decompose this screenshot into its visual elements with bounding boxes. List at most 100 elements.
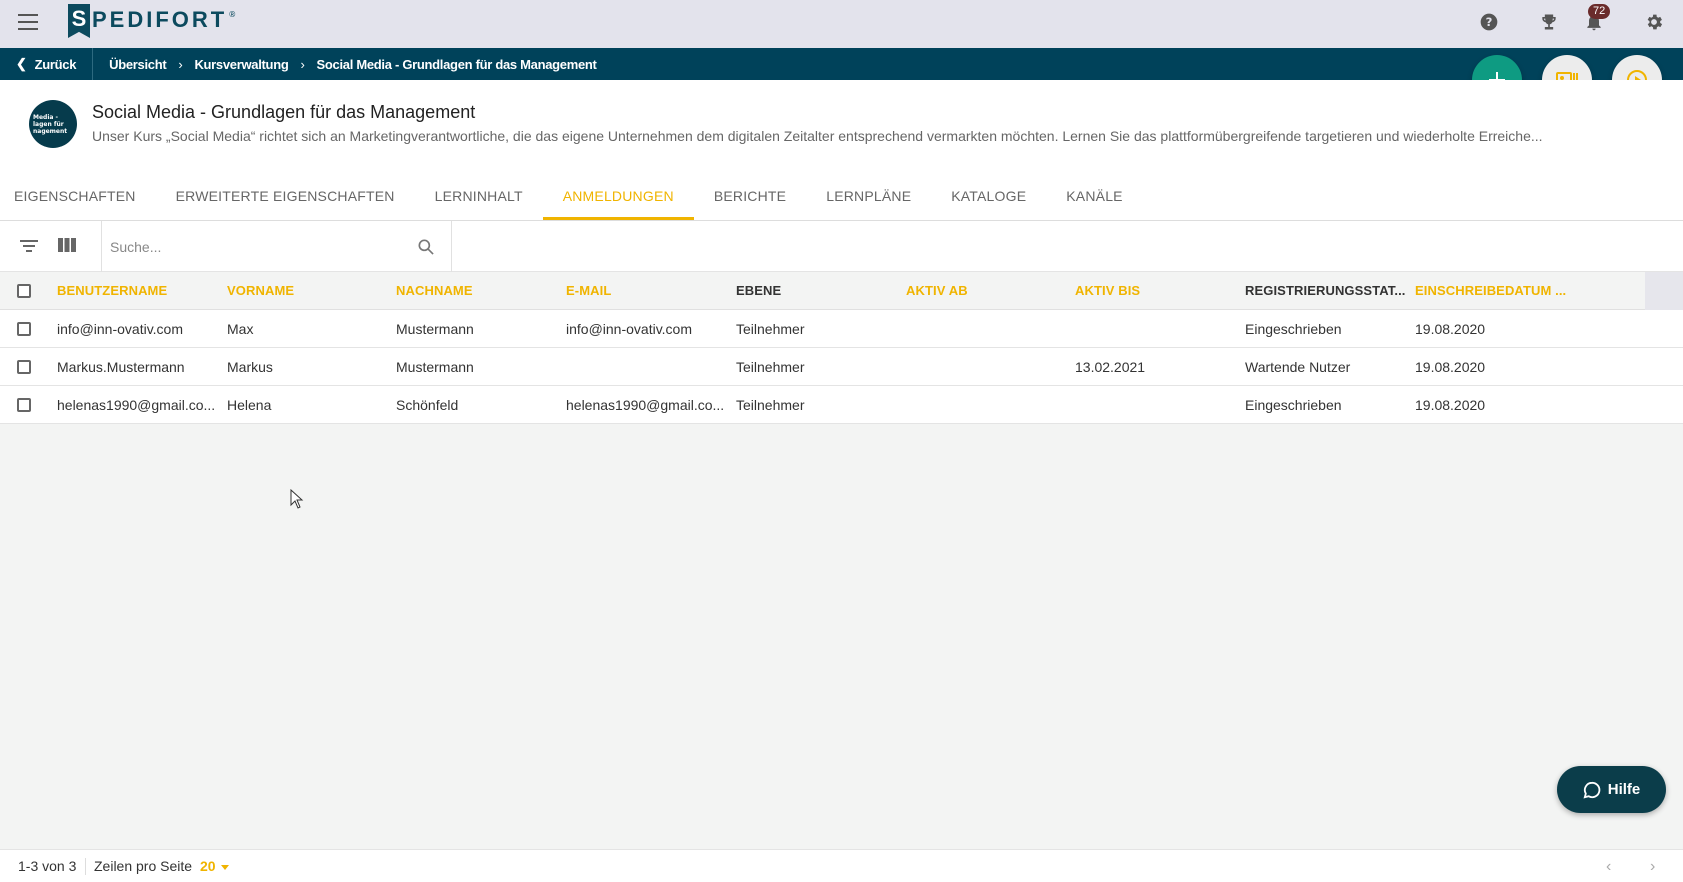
cell-enrollment-date: 19.08.2020	[1415, 397, 1486, 413]
column-header-last-name[interactable]: NACHNAME	[396, 272, 556, 310]
table-row[interactable]: info@inn-ovativ.com Max Mustermann info@…	[0, 310, 1683, 348]
cell-last-name: Mustermann	[396, 321, 474, 337]
cell-first-name: Markus	[227, 359, 273, 375]
top-bar: S PEDIFORT ® ? 72	[0, 0, 1683, 48]
breadcrumb: Übersicht › Kursverwaltung › Social Medi…	[93, 56, 597, 72]
column-header-active-until[interactable]: AKTIV BIS	[1075, 272, 1235, 310]
search-input[interactable]	[110, 231, 410, 263]
logo[interactable]: S PEDIFORT ®	[68, 4, 236, 40]
rows-per-page-label: Zeilen pro Seite	[94, 858, 193, 874]
cell-level: Teilnehmer	[736, 321, 805, 337]
cell-enrollment-date: 19.08.2020	[1415, 359, 1486, 375]
chevron-right-icon[interactable]: ›	[1650, 858, 1655, 876]
cell-active-from	[906, 310, 1066, 348]
cell-first-name: Max	[227, 321, 254, 337]
breadcrumb-overview[interactable]: Übersicht	[109, 57, 167, 72]
cell-active-from	[906, 348, 1066, 386]
tab-properties[interactable]: EIGENSCHAFTEN	[0, 176, 156, 220]
cell-email: helenas1990@gmail.co...	[566, 397, 725, 413]
column-header-email[interactable]: E-MAIL	[566, 272, 726, 310]
cell-registration-status: Eingeschrieben	[1245, 321, 1342, 337]
avatar-line: lagen für	[33, 120, 64, 128]
filter-icon[interactable]	[19, 238, 39, 254]
tab-channels[interactable]: KANÄLE	[1046, 176, 1142, 220]
mouse-cursor-icon	[290, 489, 304, 509]
chevron-right-icon: ›	[300, 56, 305, 72]
table-row[interactable]: helenas1990@gmail.co... Helena Schönfeld…	[0, 386, 1683, 424]
row-checkbox[interactable]	[17, 398, 31, 412]
column-header-enrollment-date[interactable]: EINSCHREIBEDATUM ...	[1415, 272, 1575, 310]
cell-active-until: 13.02.2021	[1075, 359, 1146, 375]
breadcrumb-course-management[interactable]: Kursverwaltung	[194, 57, 288, 72]
cell-active-from	[906, 386, 1066, 424]
tab-reports[interactable]: BERICHTE	[694, 176, 806, 220]
column-header-first-name[interactable]: VORNAME	[227, 272, 387, 310]
course-avatar: Media - lagen für nagement	[29, 100, 77, 148]
column-header-username[interactable]: BENUTZERNAME	[57, 272, 217, 310]
menu-icon[interactable]	[18, 14, 38, 30]
trophy-icon[interactable]	[1539, 12, 1559, 32]
cell-level: Teilnehmer	[736, 397, 805, 413]
cell-registration-status: Eingeschrieben	[1245, 397, 1342, 413]
back-button[interactable]: ❮ Zurück	[0, 48, 94, 80]
tab-registrations[interactable]: ANMELDUNGEN	[542, 176, 694, 220]
cell-username: helenas1990@gmail.co...	[57, 397, 216, 413]
rows-per-page-value: 20	[199, 858, 216, 874]
notification-badge: 72	[1588, 4, 1611, 19]
help-icon[interactable]: ?	[1479, 12, 1499, 32]
tab-learning-plans[interactable]: LERNPLÄNE	[806, 176, 931, 220]
page-title: Social Media - Grundlagen für das Manage…	[92, 102, 476, 122]
notifications[interactable]: 72	[1584, 4, 1611, 32]
row-checkbox[interactable]	[17, 322, 31, 336]
table-footer: 1-3 von 3 Zeilen pro Seite 20 ‹ ›	[0, 849, 1683, 882]
column-header-level[interactable]: EBENE	[736, 272, 896, 310]
rows-per-page-select[interactable]: 20	[200, 858, 229, 874]
tab-bar: EIGENSCHAFTEN ERWEITERTE EIGENSCHAFTEN L…	[0, 176, 1143, 220]
cell-active-until	[1075, 386, 1235, 424]
cell-email	[566, 348, 726, 386]
back-label: Zurück	[34, 56, 77, 72]
columns-icon[interactable]	[57, 237, 77, 253]
cell-level: Teilnehmer	[736, 359, 805, 375]
registrations-table: BENUTZERNAME VORNAME NACHNAME E-MAIL EBE…	[0, 272, 1683, 424]
toolbar-divider	[451, 221, 452, 272]
row-checkbox[interactable]	[17, 360, 31, 374]
chat-bubble-icon	[1583, 781, 1601, 798]
cell-first-name: Helena	[227, 397, 272, 413]
row-count: 1-3 von 3	[18, 858, 77, 874]
table-header: BENUTZERNAME VORNAME NACHNAME E-MAIL EBE…	[0, 272, 1683, 310]
cell-last-name: Schönfeld	[396, 397, 459, 413]
breadcrumb-bar: ❮ Zurück Übersicht › Kursverwaltung › So…	[0, 48, 1683, 80]
rows-per-page: Zeilen pro Seite 20	[94, 858, 229, 874]
table-row[interactable]: Markus.Mustermann Markus Mustermann Teil…	[0, 348, 1683, 386]
column-header-active-from[interactable]: AKTIV AB	[906, 272, 1066, 310]
avatar-line: nagement	[33, 127, 68, 135]
logo-text: PEDIFORT	[92, 7, 228, 32]
chevron-right-icon: ›	[178, 56, 183, 72]
tab-extended-properties[interactable]: ERWEITERTE EIGENSCHAFTEN	[156, 176, 415, 220]
cell-active-until	[1075, 310, 1235, 348]
tab-learning-content[interactable]: LERNINHALT	[415, 176, 543, 220]
course-description: Unser Kurs „Social Media“ richtet sich a…	[92, 128, 1543, 144]
select-all-checkbox[interactable]	[17, 284, 31, 298]
header-scroll-cap	[1645, 272, 1683, 310]
breadcrumb-current-course: Social Media - Grundlagen für das Manage…	[316, 56, 597, 72]
logo-mark: S	[68, 4, 90, 38]
help-button[interactable]: Hilfe	[1557, 766, 1666, 813]
cell-username: Markus.Mustermann	[57, 359, 185, 375]
chevron-left-icon[interactable]: ‹	[1606, 858, 1611, 876]
logo-registered: ®	[228, 10, 237, 19]
settings-gear-icon[interactable]	[1644, 12, 1664, 32]
svg-text:?: ?	[1486, 15, 1493, 29]
cell-last-name: Mustermann	[396, 359, 474, 375]
chevron-left-icon: ❮	[16, 56, 27, 71]
column-header-registration-status[interactable]: REGISTRIERUNGSSTAT...	[1245, 272, 1410, 310]
toolbar-divider	[101, 221, 102, 272]
help-label: Hilfe	[1607, 781, 1641, 798]
tab-catalogs[interactable]: KATALOGE	[931, 176, 1046, 220]
avatar-line: Media -	[33, 113, 59, 121]
table-toolbar	[0, 221, 1683, 272]
cell-registration-status: Wartende Nutzer	[1245, 359, 1351, 375]
caret-down-icon	[220, 864, 229, 870]
search-icon[interactable]	[416, 237, 436, 257]
